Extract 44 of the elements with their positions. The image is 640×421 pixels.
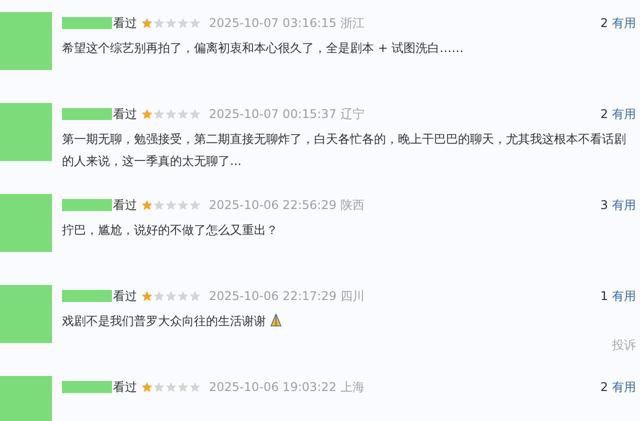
vote-count: 3 <box>600 197 608 214</box>
username[interactable] <box>62 290 112 302</box>
useful-link[interactable]: 有用 <box>612 287 636 305</box>
review-time: 2025-10-06 22:17:29 <box>209 288 336 305</box>
vote-count: 1 <box>600 288 608 305</box>
watch-status: 看过 <box>113 288 137 305</box>
username[interactable] <box>62 199 112 211</box>
review-time: 2025-10-06 19:03:22 <box>209 379 336 396</box>
review-time: 2025-10-07 03:16:15 <box>209 15 336 32</box>
useful-link[interactable]: 有用 <box>612 14 636 32</box>
filled-star-icon <box>141 108 153 120</box>
filled-star-icon <box>141 381 153 393</box>
watch-status: 看过 <box>113 379 137 396</box>
username[interactable] <box>62 17 112 29</box>
useful-link[interactable]: 有用 <box>612 378 636 396</box>
filled-star-icon <box>141 290 153 302</box>
avatar[interactable] <box>0 376 52 421</box>
avatar[interactable] <box>0 194 52 252</box>
watch-status: 看过 <box>113 15 137 32</box>
review-text: 希望这个综艺别再拍了，偏离初衷和本心很久了，全是剧本 + 试图洗白…… <box>62 40 465 57</box>
useful-link[interactable]: 有用 <box>612 105 636 123</box>
review-text: 戏剧不是我们普罗大众向往的生活谢谢 <box>62 310 636 332</box>
review-region: 浙江 <box>340 15 364 32</box>
review-region: 辽宁 <box>340 106 364 123</box>
filled-star-icon <box>141 17 153 29</box>
review-text: 第一期无聊，勉强接受，第二期直接无聊炸了，白天各忙各的，晚上干巴巴的聊天，尤其我这根本不看话剧的人来说，这一季真的太无聊了... <box>62 131 627 170</box>
watch-status: 看过 <box>113 197 137 214</box>
review-region: 四川 <box>340 288 364 305</box>
avatar[interactable] <box>0 12 52 70</box>
vote-count: 2 <box>600 15 608 32</box>
username[interactable] <box>62 108 112 120</box>
review-text: 拧巴，尴尬，说好的不做了怎么又重出？ <box>62 222 279 239</box>
username[interactable] <box>62 381 112 393</box>
watch-status: 看过 <box>113 106 137 123</box>
avatar[interactable] <box>0 285 52 343</box>
review-time: 2025-10-06 22:56:29 <box>209 197 336 214</box>
vote-count: 2 <box>600 106 608 123</box>
review-region: 上海 <box>340 379 364 396</box>
review-time: 2025-10-07 00:15:37 <box>209 106 336 123</box>
vote-count: 2 <box>600 379 608 396</box>
filled-star-icon <box>141 199 153 211</box>
avatar[interactable] <box>0 103 52 161</box>
review-region: 陕西 <box>340 197 364 214</box>
useful-link[interactable]: 有用 <box>612 196 636 214</box>
